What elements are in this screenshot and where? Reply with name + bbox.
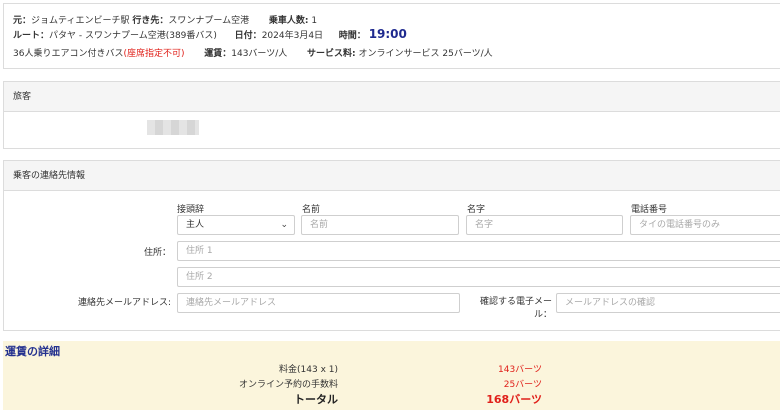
passenger-name-redacted [147, 120, 199, 135]
route-label: ルート： [13, 31, 50, 41]
name-label: 名前 [302, 205, 321, 215]
passengers-value: 1 [311, 16, 318, 26]
phone-input[interactable] [630, 215, 780, 235]
address-label: 住所： [144, 248, 172, 258]
email-input[interactable] [177, 293, 460, 313]
date-label: 日付： [234, 31, 262, 41]
to-value: スワンナプーム空港 [168, 16, 250, 26]
fare-row-value: 143バーツ [498, 365, 542, 375]
contact-panel: 乗客の連絡先情報 接頭辞 主人 ⌄ 名前 名字 電話番号 住所： 連絡先メールア… [3, 160, 780, 331]
phone-label: 電話番号 [631, 205, 668, 215]
to-label: 行き先： [132, 16, 169, 26]
confirm-email-label-line2: ル： [533, 310, 552, 320]
chevron-down-icon: ⌄ [280, 220, 288, 230]
passenger-section-title: 旅客 [4, 82, 780, 112]
total-value: 168バーツ [486, 393, 542, 406]
confirm-email-input[interactable] [556, 293, 780, 313]
time-label: 時間： [338, 31, 366, 41]
fare-details-panel: 運賃の詳細 料金(143 x 1) 143バーツ オンライン予約の手数料 25バ… [3, 341, 780, 410]
fee-row-label: オンライン予約の手数料 [238, 380, 338, 390]
from-label: 元： [13, 16, 32, 26]
fare-row-label: 料金(143 x 1) [279, 365, 338, 375]
trip-bus-line: 36人乗りエアコン付きバス(座席指定不可) 運賃：143バーツ/人 サービス料:… [13, 46, 493, 59]
service-label: サービス料: [307, 49, 356, 59]
trip-from-to-line: 元：ジョムティエンビーチ駅 行き先：スワンナプーム空港 乗車人数: 1 [13, 13, 317, 26]
confirm-email-label-line1: 確認する電子メー [479, 297, 552, 307]
from-value: ジョムティエンビーチ駅 [31, 16, 130, 26]
title-select[interactable]: 主人 ⌄ [177, 215, 295, 235]
contact-section-title: 乗客の連絡先情報 [4, 161, 780, 191]
service-value: オンラインサービス 25バーツ/人 [358, 49, 493, 59]
total-label: トータル [294, 393, 338, 406]
fare-value: 143バーツ/人 [231, 49, 288, 59]
date-value: 2024年3月4日 [261, 31, 324, 41]
address-line1-input[interactable] [177, 241, 780, 261]
title-select-value: 主人 [186, 220, 205, 230]
title-label: 接頭辞 [177, 205, 205, 215]
fare-label: 運賃： [204, 49, 232, 59]
route-value: パタヤ - スワンナプーム空港(389番バス) [49, 31, 217, 41]
email-label: 連絡先メールアドレス: [78, 298, 172, 308]
surname-input[interactable] [466, 215, 623, 235]
confirm-email-label: 確認する電子メー ル： [479, 294, 552, 320]
surname-label: 名字 [467, 205, 486, 215]
address-line2-input[interactable] [177, 267, 780, 287]
fare-details-title: 運賃の詳細 [5, 345, 60, 358]
fee-row-value: 25バーツ [503, 380, 542, 390]
trip-summary-panel: 元：ジョムティエンビーチ駅 行き先：スワンナプーム空港 乗車人数: 1 ルート：… [3, 3, 780, 69]
passenger-panel: 旅客 [3, 81, 780, 149]
bus-type: 36人乗りエアコン付きバス [13, 49, 124, 59]
trip-route-line: ルート：パタヤ - スワンナプーム空港(389番バス) 日付：2024年3月4日… [13, 27, 407, 41]
time-value: 19:00 [368, 27, 407, 41]
name-input[interactable] [301, 215, 459, 235]
seat-note: (座席指定不可) [123, 49, 185, 59]
passengers-label: 乗車人数: [268, 16, 309, 26]
